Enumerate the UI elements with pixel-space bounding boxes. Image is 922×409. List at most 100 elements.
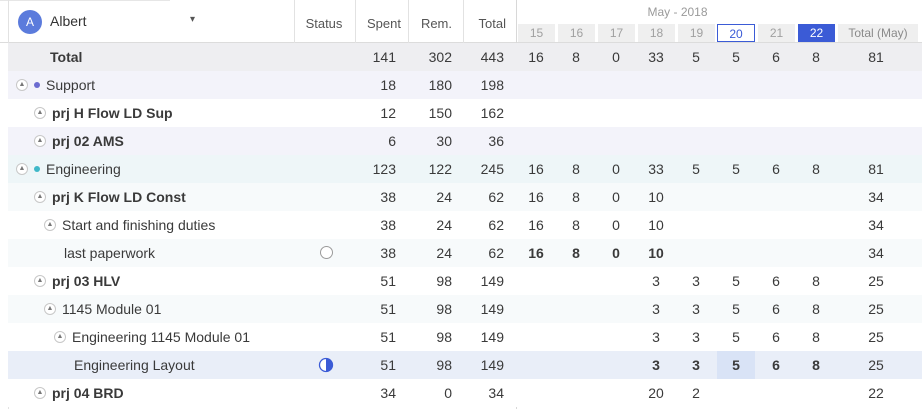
cell-day-20[interactable] xyxy=(717,99,755,127)
row-name[interactable]: Support xyxy=(46,71,95,99)
table-row[interactable]: Engineering Layout 51 98 149 3 3 5 6 8 25 xyxy=(8,351,922,379)
cell-day-18[interactable]: 3 xyxy=(637,351,675,379)
cell-day-22[interactable]: 8 xyxy=(797,295,835,323)
row-name[interactable]: prj K Flow LD Const xyxy=(52,183,186,211)
cell-day-19[interactable]: 3 xyxy=(677,351,715,379)
cell-day-16[interactable] xyxy=(557,267,595,295)
row-name[interactable]: 1145 Module 01 xyxy=(62,295,161,323)
cell-day-21[interactable]: 6 xyxy=(757,43,795,71)
chevron-up-icon[interactable]: ▲ xyxy=(34,275,46,287)
cell-day-16[interactable] xyxy=(557,351,595,379)
cell-day-16[interactable] xyxy=(557,379,595,407)
total-row[interactable]: Total 141 302 443 16 8 0 33 5 5 6 8 81 xyxy=(8,43,922,71)
cell-day-22[interactable] xyxy=(797,239,835,267)
row-name[interactable]: Start and finishing duties xyxy=(62,211,215,239)
cell-day-20[interactable]: 5 xyxy=(717,43,755,71)
cell-day-15[interactable] xyxy=(517,71,555,99)
cell-day-21[interactable] xyxy=(757,379,795,407)
cell-day-15[interactable]: 16 xyxy=(517,43,555,71)
day-header-17[interactable]: 17 xyxy=(597,24,635,42)
cell-day-19[interactable]: 3 xyxy=(677,323,715,351)
cell-day-16[interactable] xyxy=(557,127,595,155)
day-header-15[interactable]: 15 xyxy=(517,24,555,42)
cell-day-18[interactable]: 10 xyxy=(637,183,675,211)
cell-day-17[interactable] xyxy=(597,295,635,323)
cell-day-15[interactable] xyxy=(517,323,555,351)
cell-day-15[interactable] xyxy=(517,127,555,155)
column-spent[interactable]: Spent xyxy=(356,16,401,31)
cell-day-16[interactable]: 8 xyxy=(557,239,595,267)
column-rem[interactable]: Rem. xyxy=(410,16,452,31)
cell-day-21[interactable]: 6 xyxy=(757,267,795,295)
cell-day-19[interactable]: 3 xyxy=(677,267,715,295)
cell-day-21[interactable] xyxy=(757,71,795,99)
cell-day-17[interactable] xyxy=(597,379,635,407)
cell-day-18[interactable]: 3 xyxy=(637,323,675,351)
cell-day-17[interactable]: 0 xyxy=(597,239,635,267)
table-row[interactable]: last paperwork 38 24 62 16 8 0 10 34 xyxy=(8,239,922,267)
cell-day-21[interactable]: 6 xyxy=(757,351,795,379)
cell-day-16[interactable]: 8 xyxy=(557,183,595,211)
row-name[interactable]: prj 03 HLV xyxy=(52,267,120,295)
chevron-up-icon[interactable]: ▲ xyxy=(34,135,46,147)
table-row[interactable]: ▲ Support 18 180 198 xyxy=(8,71,922,99)
table-row[interactable]: ▲ prj H Flow LD Sup 12 150 162 xyxy=(8,99,922,127)
cell-day-17[interactable] xyxy=(597,267,635,295)
cell-day-19[interactable]: 5 xyxy=(677,43,715,71)
cell-day-15[interactable] xyxy=(517,379,555,407)
chevron-up-icon[interactable]: ▲ xyxy=(34,191,46,203)
cell-day-20[interactable]: 5 xyxy=(717,267,755,295)
cell-day-21[interactable] xyxy=(757,211,795,239)
cell-day-17[interactable]: 0 xyxy=(597,183,635,211)
cell-day-20[interactable] xyxy=(717,183,755,211)
cell-day-16[interactable]: 8 xyxy=(557,211,595,239)
cell-day-21[interactable] xyxy=(757,127,795,155)
cell-day-17[interactable] xyxy=(597,351,635,379)
cell-day-20[interactable] xyxy=(717,379,755,407)
cell-day-21[interactable]: 6 xyxy=(757,323,795,351)
row-name[interactable]: last paperwork xyxy=(64,239,155,267)
cell-day-16[interactable]: 8 xyxy=(557,43,595,71)
chevron-up-icon[interactable]: ▲ xyxy=(54,331,66,343)
cell-day-21[interactable]: 6 xyxy=(757,295,795,323)
cell-day-21[interactable] xyxy=(757,99,795,127)
cell-day-22[interactable]: 8 xyxy=(797,267,835,295)
table-row[interactable]: ▲ prj 03 HLV 51 98 149 3 3 5 6 8 25 xyxy=(8,267,922,295)
day-header-22-selected[interactable]: 22 xyxy=(797,24,835,42)
cell-day-22[interactable]: 8 xyxy=(797,351,835,379)
cell-day-18[interactable]: 10 xyxy=(637,239,675,267)
cell-day-22[interactable] xyxy=(797,183,835,211)
cell-day-22[interactable] xyxy=(797,379,835,407)
cell-day-18[interactable] xyxy=(637,71,675,99)
user-selector[interactable]: A Albert ▾ xyxy=(8,6,294,38)
cell-day-22[interactable] xyxy=(797,211,835,239)
cell-day-20[interactable]: 5 xyxy=(717,295,755,323)
row-name[interactable]: Engineering 1145 Module 01 xyxy=(72,323,250,351)
caret-down-icon[interactable]: ▾ xyxy=(190,14,195,25)
cell-day-16[interactable]: 8 xyxy=(557,155,595,183)
table-row[interactable]: ▲ Start and finishing duties 38 24 62 16 8 0 10 3… xyxy=(8,211,922,239)
cell-day-21[interactable]: 6 xyxy=(757,155,795,183)
column-total-month[interactable]: Total (May) xyxy=(838,24,918,42)
cell-day-20[interactable]: 5 xyxy=(717,323,755,351)
cell-day-20[interactable]: 5 xyxy=(717,155,755,183)
cell-day-15[interactable]: 16 xyxy=(517,239,555,267)
row-name[interactable]: Engineering xyxy=(46,155,121,183)
chevron-up-icon[interactable]: ▲ xyxy=(16,163,28,175)
cell-day-22[interactable]: 8 xyxy=(797,155,835,183)
cell-day-17[interactable] xyxy=(597,323,635,351)
cell-day-19[interactable] xyxy=(677,127,715,155)
cell-day-18[interactable]: 33 xyxy=(637,155,675,183)
table-row[interactable]: ▲ prj 04 BRD 34 0 34 20 2 22 xyxy=(8,379,922,407)
row-name[interactable]: Total xyxy=(50,43,82,71)
table-row[interactable]: ▲ prj 02 AMS 6 30 36 xyxy=(8,127,922,155)
table-row[interactable]: ▲ Engineering 1145 Module 01 51 98 149 3 3 5 6 8 2… xyxy=(8,323,922,351)
cell-day-22[interactable] xyxy=(797,127,835,155)
cell-day-19[interactable] xyxy=(677,239,715,267)
cell-day-22[interactable]: 8 xyxy=(797,323,835,351)
cell-day-15[interactable]: 16 xyxy=(517,211,555,239)
cell-day-17[interactable]: 0 xyxy=(597,211,635,239)
row-name[interactable]: prj 04 BRD xyxy=(52,379,124,407)
chevron-up-icon[interactable]: ▲ xyxy=(34,387,46,399)
day-header-21[interactable]: 21 xyxy=(757,24,795,42)
